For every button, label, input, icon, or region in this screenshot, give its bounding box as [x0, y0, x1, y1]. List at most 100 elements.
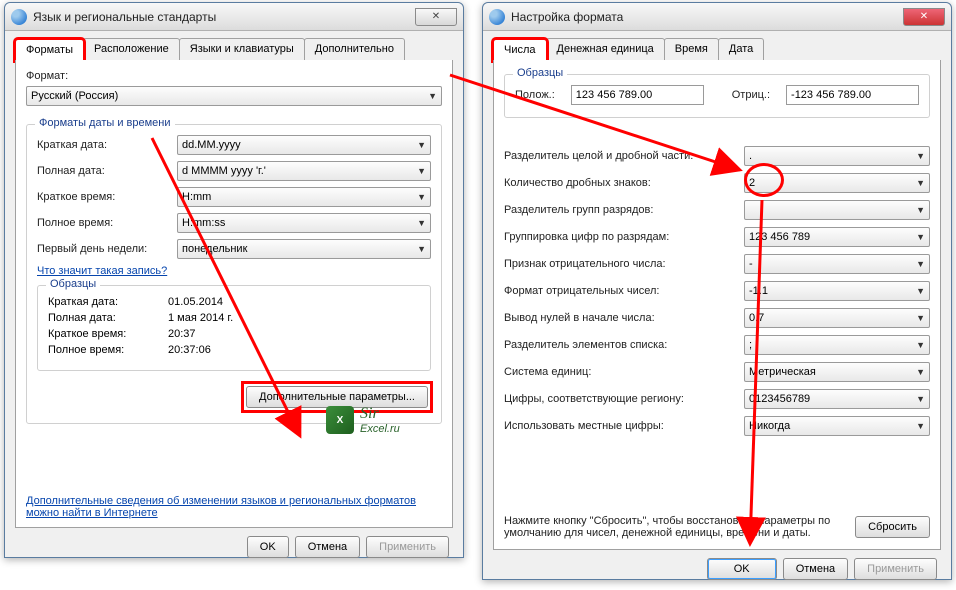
globe-icon: [489, 9, 505, 25]
neg-sign-combo[interactable]: -▼: [744, 254, 930, 274]
first-day-combo[interactable]: понедельник▼: [177, 239, 431, 259]
region-window: Язык и региональные стандарты ✕ Форматы …: [4, 2, 464, 558]
chevron-down-icon: ▼: [916, 313, 925, 323]
format-combo[interactable]: Русский (Россия) ▼: [26, 86, 442, 106]
sample-short-date-value: 01.05.2014: [168, 296, 223, 308]
decimal-sep-combo[interactable]: .▼: [744, 146, 930, 166]
window-title: Настройка формата: [511, 10, 903, 24]
chevron-down-icon: ▼: [916, 205, 925, 215]
measurement-combo[interactable]: Метрическая▼: [744, 362, 930, 382]
tab-currency[interactable]: Денежная единица: [546, 38, 665, 60]
tab-time[interactable]: Время: [664, 38, 719, 60]
positive-sample: 123 456 789.00: [571, 85, 704, 105]
close-icon: ✕: [432, 11, 440, 22]
chevron-down-icon: ▼: [417, 192, 426, 202]
long-date-label: Полная дата:: [37, 165, 177, 177]
samples-group: Образцы Краткая дата:01.05.2014 Полная д…: [37, 285, 431, 371]
decimal-sep-label: Разделитель целой и дробной части:: [504, 150, 744, 162]
native-digits-combo[interactable]: Никогда▼: [744, 416, 930, 436]
group-sep-combo[interactable]: ▼: [744, 200, 930, 220]
chevron-down-icon: ▼: [916, 394, 925, 404]
customize-format-window: Настройка формата ✕ Числа Денежная едини…: [482, 2, 952, 580]
chevron-down-icon: ▼: [417, 218, 426, 228]
neg-format-combo[interactable]: -1.1▼: [744, 281, 930, 301]
datetime-group: Форматы даты и времени Краткая дата:dd.M…: [26, 124, 442, 424]
tab-date[interactable]: Дата: [718, 38, 764, 60]
tab-strip: Числа Денежная единица Время Дата: [493, 38, 941, 61]
chevron-down-icon: ▼: [916, 340, 925, 350]
neg-format-label: Формат отрицательных чисел:: [504, 285, 744, 297]
samples-group-title: Образцы: [513, 67, 567, 79]
sample-long-time-value: 20:37:06: [168, 344, 211, 356]
reset-button[interactable]: Сбросить: [855, 516, 930, 538]
datetime-group-title: Форматы даты и времени: [35, 117, 175, 129]
cancel-button[interactable]: Отмена: [295, 536, 360, 558]
close-icon: ✕: [920, 11, 928, 22]
chevron-down-icon: ▼: [916, 232, 925, 242]
long-date-combo[interactable]: d MMMM yyyy 'г.'▼: [177, 161, 431, 181]
chevron-down-icon: ▼: [916, 259, 925, 269]
chevron-down-icon: ▼: [417, 140, 426, 150]
leading-zero-combo[interactable]: 0.7▼: [744, 308, 930, 328]
positive-label: Полож.:: [515, 89, 555, 101]
standard-digits-combo[interactable]: 0123456789▼: [744, 389, 930, 409]
decimal-digits-label: Количество дробных знаков:: [504, 177, 744, 189]
tab-location[interactable]: Расположение: [83, 38, 180, 60]
chevron-down-icon: ▼: [916, 286, 925, 296]
short-date-label: Краткая дата:: [37, 139, 177, 151]
long-time-combo[interactable]: H:mm:ss▼: [177, 213, 431, 233]
group-sep-label: Разделитель групп разрядов:: [504, 204, 744, 216]
titlebar[interactable]: Язык и региональные стандарты ✕: [5, 3, 463, 31]
long-time-label: Полное время:: [37, 217, 177, 229]
neg-sign-label: Признак отрицательного числа:: [504, 258, 744, 270]
reset-hint: Нажмите кнопку "Сбросить", чтобы восстан…: [504, 515, 843, 539]
chevron-down-icon: ▼: [916, 151, 925, 161]
measurement-label: Система единиц:: [504, 366, 744, 378]
chevron-down-icon: ▼: [417, 244, 426, 254]
sample-long-time-label: Полное время:: [48, 344, 168, 356]
tab-keyboards[interactable]: Языки и клавиатуры: [179, 38, 305, 60]
tab-numbers[interactable]: Числа: [493, 39, 547, 61]
short-date-combo[interactable]: dd.MM.yyyy▼: [177, 135, 431, 155]
negative-label: Отриц.:: [732, 89, 770, 101]
sample-short-time-value: 20:37: [168, 328, 196, 340]
titlebar[interactable]: Настройка формата ✕: [483, 3, 951, 31]
negative-sample: -123 456 789.00: [786, 85, 919, 105]
cancel-button[interactable]: Отмена: [783, 558, 848, 580]
first-day-label: Первый день недели:: [37, 243, 177, 255]
chevron-down-icon: ▼: [916, 178, 925, 188]
leading-zero-label: Вывод нулей в начале числа:: [504, 312, 744, 324]
globe-icon: [11, 9, 27, 25]
more-info-link[interactable]: Дополнительные сведения об изменении язы…: [26, 495, 416, 519]
short-time-combo[interactable]: H:mm▼: [177, 187, 431, 207]
native-digits-label: Использовать местные цифры:: [504, 420, 744, 432]
tab-strip: Форматы Расположение Языки и клавиатуры …: [15, 38, 453, 61]
standard-digits-label: Цифры, соответствующие региону:: [504, 393, 744, 405]
apply-button[interactable]: Применить: [854, 558, 937, 580]
samples-group: Образцы Полож.: 123 456 789.00 Отриц.: -…: [504, 74, 930, 118]
digit-grouping-label: Группировка цифр по разрядам:: [504, 231, 744, 243]
excel-icon: X: [326, 406, 354, 434]
format-label: Формат:: [26, 70, 442, 82]
watermark-logo: X Sir Excel.ru: [326, 405, 400, 435]
chevron-down-icon: ▼: [428, 91, 437, 101]
ok-button[interactable]: OK: [247, 536, 289, 558]
chevron-down-icon: ▼: [916, 367, 925, 377]
format-value: Русский (Россия): [31, 90, 118, 102]
ok-button[interactable]: OK: [707, 558, 777, 580]
notation-link[interactable]: Что значит такая запись?: [37, 265, 167, 277]
sample-long-date-label: Полная дата:: [48, 312, 168, 324]
tab-formats[interactable]: Форматы: [15, 39, 84, 61]
decimal-digits-combo[interactable]: 2▼: [744, 173, 930, 193]
digit-grouping-combo[interactable]: 123 456 789▼: [744, 227, 930, 247]
close-button[interactable]: ✕: [415, 8, 457, 26]
window-title: Язык и региональные стандарты: [33, 10, 415, 24]
chevron-down-icon: ▼: [916, 421, 925, 431]
list-sep-label: Разделитель элементов списка:: [504, 339, 744, 351]
chevron-down-icon: ▼: [417, 166, 426, 176]
close-button[interactable]: ✕: [903, 8, 945, 26]
apply-button[interactable]: Применить: [366, 536, 449, 558]
sample-long-date-value: 1 мая 2014 г.: [168, 312, 233, 324]
list-sep-combo[interactable]: ;▼: [744, 335, 930, 355]
tab-advanced[interactable]: Дополнительно: [304, 38, 405, 60]
